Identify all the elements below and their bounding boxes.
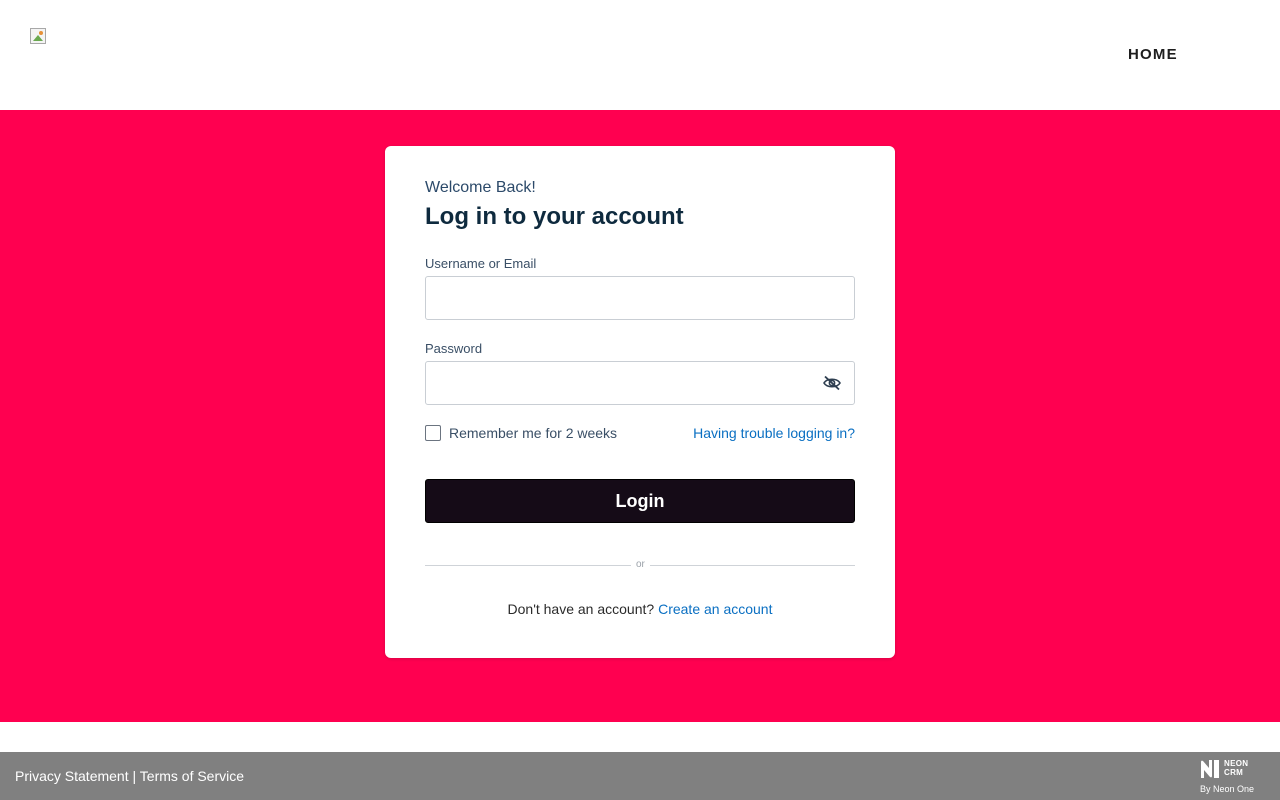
divider-line-left — [425, 565, 631, 566]
password-input[interactable] — [425, 361, 855, 405]
welcome-text: Welcome Back! — [425, 179, 536, 196]
top-header: HOME — [0, 0, 1280, 110]
brand-line-1: NEON — [1224, 759, 1249, 768]
trouble-logging-in-link[interactable]: Having trouble logging in? — [693, 425, 855, 441]
neon-crm-brand[interactable]: NEON CRM By Neon One — [1199, 756, 1265, 796]
footer-links: Privacy Statement | Terms of Service — [15, 768, 244, 784]
signup-row: Don't have an account? Create an account — [385, 601, 895, 617]
broken-image-mountain — [33, 35, 43, 41]
privacy-statement-link[interactable]: Privacy Statement — [15, 768, 129, 784]
brand-line-2: CRM — [1224, 768, 1244, 777]
username-input[interactable] — [425, 276, 855, 320]
broken-image-sun — [39, 31, 43, 35]
divider-or-text: or — [636, 559, 645, 570]
footer: Privacy Statement | Terms of Service NEO… — [0, 752, 1280, 800]
username-label: Username or Email — [425, 256, 537, 271]
nav-home-link[interactable]: HOME — [1128, 46, 1178, 63]
login-card: Welcome Back! Log in to your account Use… — [385, 146, 895, 658]
divider-line-right — [650, 565, 855, 566]
neon-logo-icon — [1201, 760, 1219, 778]
create-account-link[interactable]: Create an account — [658, 601, 772, 617]
remember-me-label[interactable]: Remember me for 2 weeks — [449, 425, 617, 441]
terms-of-service-link[interactable]: Terms of Service — [140, 768, 244, 784]
brand-by-text: By Neon One — [1200, 784, 1255, 794]
eye-slash-icon[interactable] — [822, 375, 842, 391]
broken-image-icon[interactable] — [30, 28, 46, 44]
footer-separator: | — [132, 768, 137, 784]
remember-me-checkbox[interactable] — [425, 425, 441, 441]
signup-prompt: Don't have an account? — [507, 601, 655, 617]
login-button[interactable]: Login — [425, 479, 855, 523]
page-title: Log in to your account — [425, 203, 684, 230]
password-label: Password — [425, 341, 483, 356]
brand-name: NEON CRM — [1224, 759, 1248, 777]
